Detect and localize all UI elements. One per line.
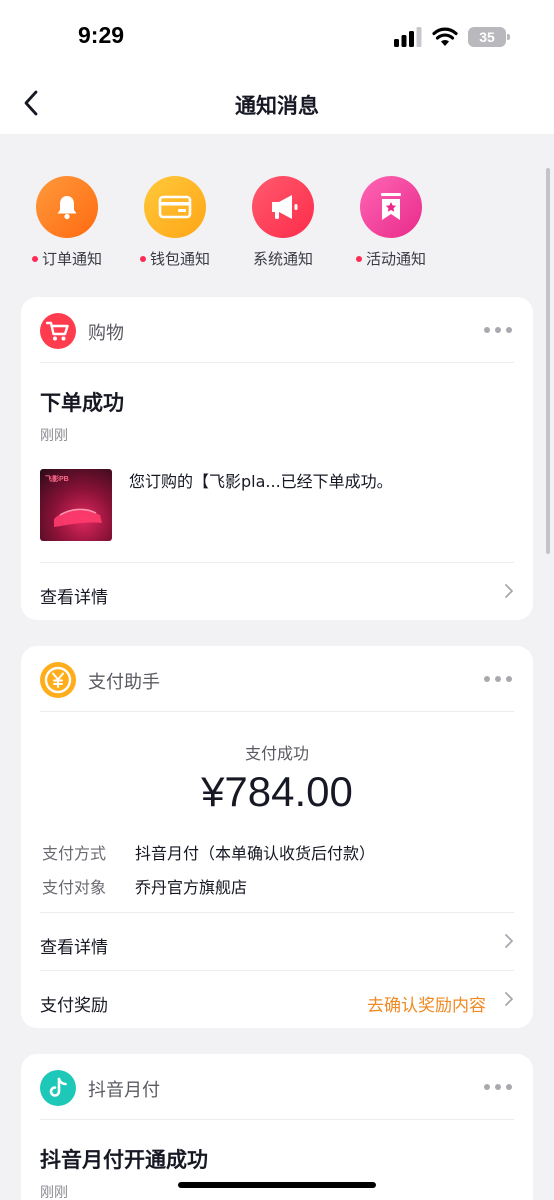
unread-dot	[31, 255, 38, 262]
chevron-right-icon	[505, 934, 513, 948]
unread-dot	[355, 255, 362, 262]
home-indicator[interactable]	[178, 1182, 376, 1188]
unread-dot	[139, 255, 146, 262]
card-header: 购物	[40, 297, 514, 363]
payment-status: 支付成功	[244, 744, 309, 763]
douyin-logo-icon	[40, 1070, 76, 1106]
payment-target-value: 乔丹官方旗舰店	[135, 878, 248, 897]
card-header: 支付助手	[40, 646, 514, 712]
status-bar: 9:29 35	[0, 0, 554, 72]
payment-target-label: 支付对象	[42, 878, 107, 897]
category-system-notifications[interactable]: 系统通知	[233, 176, 333, 269]
category-wallet-notifications[interactable]: 钱包通知	[125, 176, 225, 269]
confirm-reward-link[interactable]: 去确认奖励内容	[367, 991, 486, 1016]
more-options-button[interactable]	[484, 1084, 512, 1090]
view-details-label: 查看详情	[40, 588, 108, 608]
megaphone-icon	[252, 176, 314, 238]
card-source-title: 支付助手	[88, 672, 160, 693]
payment-method-value: 抖音月付（本单确认收货后付款）	[135, 844, 376, 863]
notification-message: 您订购的【飞影pla...已经下单成功。	[129, 472, 393, 491]
category-order-notifications[interactable]: 订单通知	[17, 176, 117, 269]
view-details-label: 查看详情	[40, 938, 108, 958]
monthly-pay-notification-card[interactable]: 抖音月付 抖音月付开通成功 刚刚	[21, 1054, 533, 1200]
category-activity-notifications[interactable]: 活动通知	[341, 176, 441, 269]
notification-categories: 订单通知 钱包通知 系统通知 活动通知	[0, 176, 554, 276]
chevron-right-icon	[505, 992, 513, 1006]
category-label: 活动通知	[365, 250, 426, 268]
notification-title: 下单成功	[40, 391, 124, 415]
more-options-button[interactable]	[484, 327, 512, 333]
chevron-right-icon	[505, 584, 513, 598]
view-details-link[interactable]: 查看详情	[40, 912, 514, 970]
payment-method-label: 支付方式	[42, 844, 107, 863]
notification-time: 刚刚	[40, 1185, 68, 1200]
notification-time: 刚刚	[40, 428, 68, 444]
payment-notification-card[interactable]: 支付助手 支付成功 ¥784.00 支付方式 抖音月付（本单确认收货后付款） 支…	[21, 646, 533, 1028]
battery-indicator: 35	[468, 27, 510, 47]
more-options-button[interactable]	[484, 676, 512, 682]
shopping-cart-icon	[40, 313, 76, 349]
shopping-notification-card[interactable]: 购物 下单成功 刚刚 飞影PB 您订购的【飞影pla...已经下单成功。 查看详…	[21, 297, 533, 620]
payment-reward-row[interactable]: 支付奖励 去确认奖励内容	[40, 970, 514, 1028]
card-icon	[144, 176, 206, 238]
signal-icon	[394, 27, 422, 47]
status-time: 9:29	[78, 22, 125, 48]
view-details-link[interactable]: 查看详情	[40, 562, 514, 620]
card-header: 抖音月付	[40, 1054, 514, 1120]
page-title: 通知消息	[235, 94, 319, 118]
status-icons: 35	[394, 24, 510, 50]
payment-reward-label: 支付奖励	[40, 996, 108, 1016]
wifi-icon	[432, 27, 458, 46]
category-label: 钱包通知	[149, 250, 210, 268]
category-label: 订单通知	[41, 250, 102, 268]
product-thumbnail[interactable]: 飞影PB	[40, 469, 112, 541]
category-label: 系统通知	[252, 250, 313, 268]
card-source-title: 抖音月付	[88, 1080, 160, 1101]
card-source-title: 购物	[88, 323, 124, 344]
bell-icon	[36, 176, 98, 238]
bookmark-star-icon	[360, 176, 422, 238]
thumbnail-text: 飞影PB	[45, 476, 69, 483]
nav-bar: 通知消息	[0, 72, 554, 134]
notification-title: 抖音月付开通成功	[40, 1148, 208, 1172]
yuan-coin-icon	[40, 662, 76, 698]
payment-amount: ¥784.00	[201, 768, 353, 815]
